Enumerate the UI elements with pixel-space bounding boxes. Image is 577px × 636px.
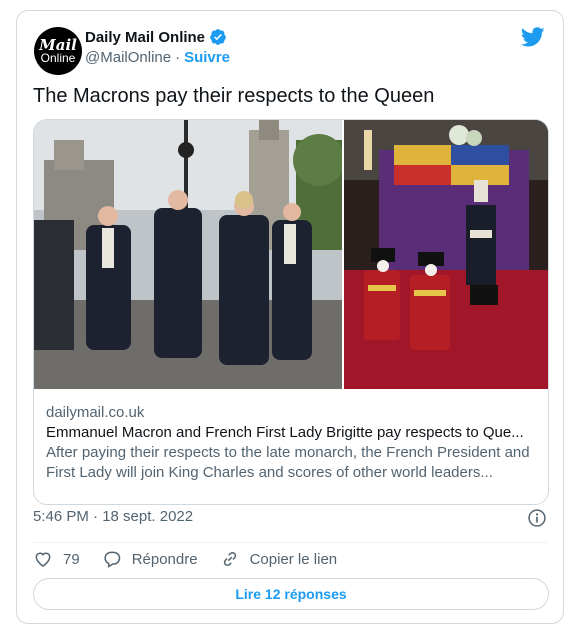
avatar-text-line2: Online — [40, 50, 76, 65]
read-replies-button[interactable]: Lire 12 réponses — [33, 578, 549, 610]
reply-label: Répondre — [131, 550, 198, 568]
info-icon[interactable] — [527, 508, 547, 528]
action-bar: 79 Répondre Copier le lien — [33, 549, 359, 569]
heart-icon — [35, 552, 51, 567]
link-icon — [223, 551, 236, 567]
follow-button[interactable]: Suivre — [184, 49, 230, 66]
comment-icon — [104, 551, 120, 568]
avatar[interactable]: Mail Online — [34, 27, 82, 75]
link-card[interactable]: dailymail.co.uk Emmanuel Macron and Fren… — [33, 119, 549, 505]
tweet-embed-card: Mail Online Daily Mail Online @MailOnlin… — [16, 10, 564, 624]
reply-button[interactable]: Répondre — [102, 549, 198, 569]
like-count: 79 — [63, 550, 80, 568]
author-name[interactable]: Daily Mail Online — [85, 29, 205, 46]
link-card-media — [34, 120, 548, 389]
link-domain: dailymail.co.uk — [46, 404, 145, 421]
twitter-bird-icon[interactable] — [521, 25, 545, 49]
like-button[interactable]: 79 — [33, 549, 80, 569]
tweet-text: The Macrons pay their respects to the Qu… — [33, 85, 435, 107]
verified-badge-icon — [210, 29, 226, 45]
copy-link-label: Copier le lien — [249, 550, 338, 568]
author-handle[interactable]: @MailOnline — [85, 49, 171, 66]
tweet-timestamp[interactable]: 5:46 PM · 18 sept. 2022 — [33, 508, 193, 525]
author-handle-row: @MailOnline · Suivre — [85, 49, 230, 66]
media-photos — [34, 120, 548, 389]
separator-dot: · — [175, 49, 181, 66]
photo-queen-coffin — [344, 120, 548, 389]
author-name-row: Daily Mail Online — [85, 28, 227, 46]
copy-link-button[interactable]: Copier le lien — [220, 549, 338, 569]
divider — [33, 542, 547, 543]
photo-macrons-walking — [34, 120, 345, 389]
link-title: Emmanuel Macron and French First Lady Br… — [46, 424, 524, 441]
avatar-text-line1: Mail — [39, 35, 77, 54]
link-description: After paying their respects to the late … — [46, 444, 530, 481]
link-card-meta: dailymail.co.uk Emmanuel Macron and Fren… — [46, 403, 536, 483]
